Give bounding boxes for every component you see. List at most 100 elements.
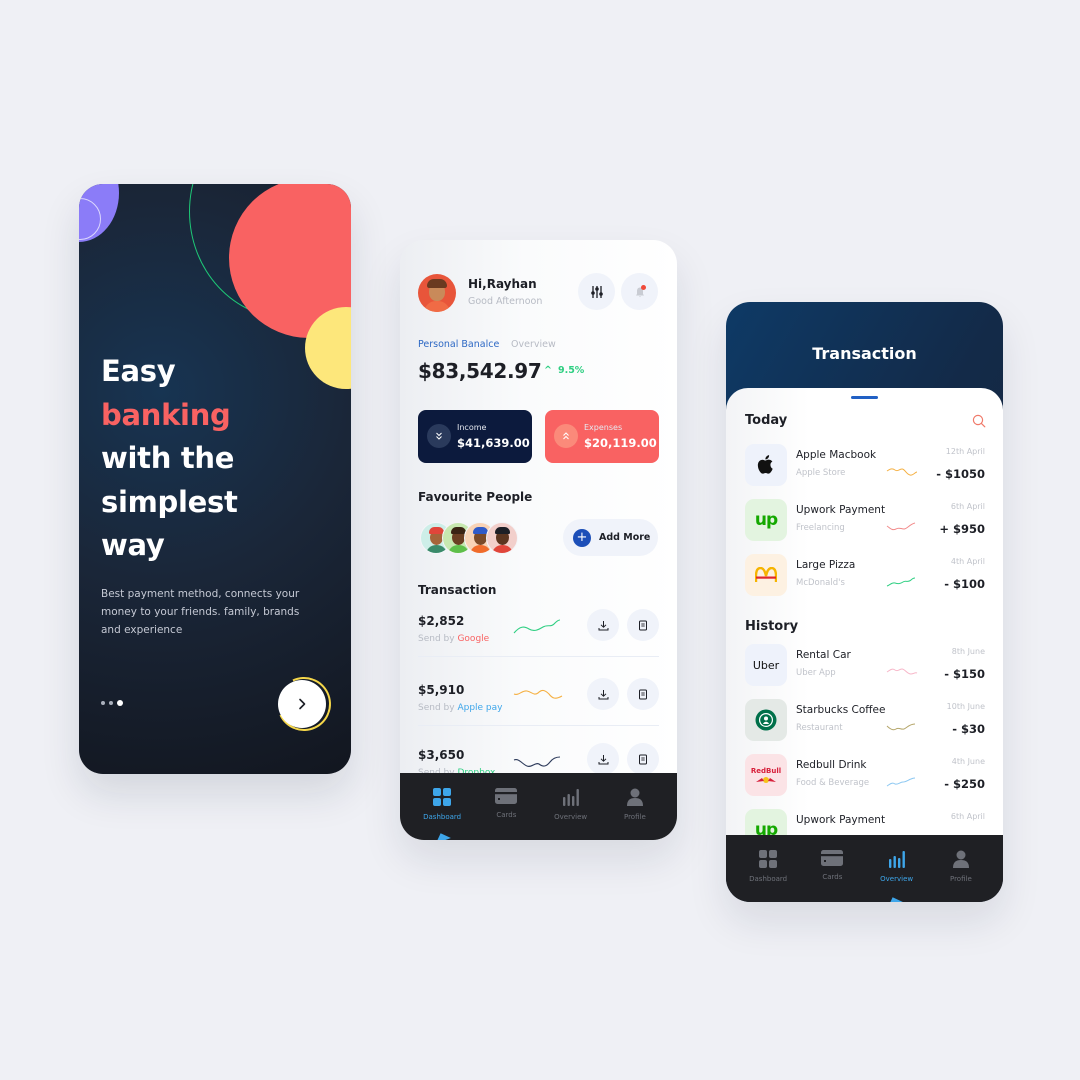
- transaction-item[interactable]: RedBull Redbull Drink Food & Beverage 4t…: [745, 754, 985, 796]
- transaction-source: Send by Apple pay: [418, 703, 503, 713]
- transaction-item[interactable]: Apple Macbook Apple Store 12th April - $…: [745, 444, 985, 486]
- nav-label: Overview: [554, 813, 588, 821]
- receipt-button[interactable]: [627, 678, 659, 710]
- send-by-name: Apple pay: [457, 703, 503, 713]
- next-button[interactable]: [278, 680, 326, 728]
- divider: [418, 725, 659, 726]
- avatar[interactable]: [418, 274, 456, 312]
- balance-amount: $83,542.97: [418, 359, 542, 383]
- add-more-button[interactable]: + Add More: [563, 519, 658, 556]
- transaction-amount: - $1050: [936, 467, 985, 481]
- sparkline: [513, 756, 561, 767]
- nav-dashboard[interactable]: Dashboard: [738, 835, 798, 902]
- search-icon[interactable]: [972, 414, 986, 428]
- greeting-name: Hi,Rayhan: [468, 277, 537, 291]
- download-button[interactable]: [587, 678, 619, 710]
- sparkline: [886, 723, 916, 731]
- transaction-category: Uber App: [796, 668, 836, 678]
- document-icon: [639, 754, 647, 764]
- user-icon: [952, 850, 969, 868]
- expenses-card[interactable]: Expenses $20,119.00: [545, 410, 659, 463]
- sparkline: [513, 689, 563, 699]
- transaction-item[interactable]: Uber Rental Car Uber App 8th June - $150: [745, 644, 985, 686]
- transaction-name: Apple Macbook: [796, 449, 877, 461]
- download-button[interactable]: [587, 609, 619, 641]
- sparkline: [886, 577, 916, 587]
- page-title: Transaction: [812, 344, 917, 363]
- sparkline: [886, 668, 918, 675]
- transaction-amount: $5,910: [418, 683, 465, 697]
- nav-overview[interactable]: Overview: [541, 773, 601, 840]
- receipt-button[interactable]: [627, 743, 659, 775]
- headline-line: way: [101, 528, 165, 562]
- transaction-category: Food & Beverage: [796, 778, 870, 788]
- plus-icon: +: [573, 528, 591, 547]
- favourite-avatar[interactable]: [486, 522, 518, 554]
- transaction-name: Large Pizza: [796, 559, 856, 571]
- card-icon: [495, 788, 518, 804]
- nav-label: Dashboard: [749, 875, 788, 883]
- nav-profile[interactable]: Profile: [931, 835, 991, 902]
- filter-button[interactable]: [578, 273, 615, 310]
- bar-chart-icon: [562, 789, 579, 806]
- uber-logo: Uber: [745, 644, 787, 686]
- transaction-amount: - $150: [944, 667, 985, 681]
- transaction-amount: - $100: [944, 577, 985, 591]
- starbucks-logo: [745, 699, 787, 741]
- receipt-button[interactable]: [627, 609, 659, 641]
- next-button-wrapper: [269, 669, 339, 739]
- nav-dashboard[interactable]: Dashboard: [412, 773, 472, 840]
- nav-profile[interactable]: Profile: [605, 773, 665, 840]
- transaction-amount: - $250: [944, 777, 985, 791]
- pagination-dot[interactable]: [109, 701, 113, 705]
- headline-line: simplest: [101, 484, 238, 519]
- nav-label: Profile: [949, 875, 972, 883]
- dashboard-screen: Hi,Rayhan Good Afternoon Personal Banalc…: [400, 240, 677, 840]
- nav-label: Cards: [822, 873, 843, 881]
- favourite-people-title: Favourite People: [418, 490, 533, 504]
- add-more-label: Add More: [599, 532, 651, 543]
- today-title: Today: [745, 413, 788, 428]
- tab-overview[interactable]: Overview: [511, 339, 556, 350]
- upwork-logo: up: [745, 499, 787, 541]
- transaction-row[interactable]: $5,910 Send by Apple pay: [418, 678, 659, 743]
- download-button[interactable]: [587, 743, 619, 775]
- grid-icon: [433, 788, 452, 806]
- income-card[interactable]: Income $41,639.00: [418, 410, 532, 463]
- grid-icon: [759, 850, 778, 868]
- document-icon: [639, 689, 647, 699]
- pagination-dots: [101, 700, 123, 706]
- nav-label: Cards: [496, 811, 517, 819]
- transaction-amount: $2,852: [418, 614, 465, 628]
- growth-indicator: ^ 9.5%: [544, 365, 584, 376]
- transaction-name: Redbull Drink: [796, 759, 867, 771]
- pagination-dot[interactable]: [101, 701, 105, 705]
- nav-cards[interactable]: Cards: [802, 835, 862, 902]
- nav-overview[interactable]: Overview: [867, 835, 927, 902]
- onboarding-description: Best payment method, connects your money…: [101, 588, 300, 636]
- notification-button[interactable]: [621, 273, 658, 310]
- redbull-logo: RedBull: [745, 754, 787, 796]
- pagination-dot-active[interactable]: [117, 700, 123, 706]
- chevrons-up-icon: [554, 424, 578, 448]
- transaction-item[interactable]: up Upwork Payment Freelancing 6th April …: [745, 499, 985, 541]
- notification-dot: [641, 285, 646, 290]
- transaction-row[interactable]: $2,852 Send by Google: [418, 609, 659, 674]
- tab-personal-balance[interactable]: Personal Banalce: [418, 339, 499, 350]
- transaction-name: Starbucks Coffee: [796, 704, 886, 716]
- nav-cards[interactable]: Cards: [476, 773, 536, 840]
- history-title: History: [745, 619, 799, 634]
- transaction-category: Freelancing: [796, 523, 845, 533]
- sparkline: [886, 468, 918, 476]
- transaction-date: 4th April: [950, 557, 985, 566]
- bottom-navbar: Dashboard Cards Overview Profile: [400, 773, 677, 840]
- transaction-item[interactable]: Large Pizza McDonald's 4th April - $100: [745, 554, 985, 596]
- growth-value: 9.5%: [557, 365, 585, 376]
- send-by-prefix: Send by: [418, 703, 455, 713]
- income-value: $41,639.00: [457, 436, 530, 450]
- transaction-item[interactable]: Starbucks Coffee Restaurant 10th June - …: [745, 699, 985, 741]
- download-icon: [598, 754, 608, 764]
- transaction-date: 10th June: [946, 702, 985, 711]
- sheet-drag-handle[interactable]: [851, 396, 878, 399]
- transaction-source: Send by Google: [418, 634, 489, 644]
